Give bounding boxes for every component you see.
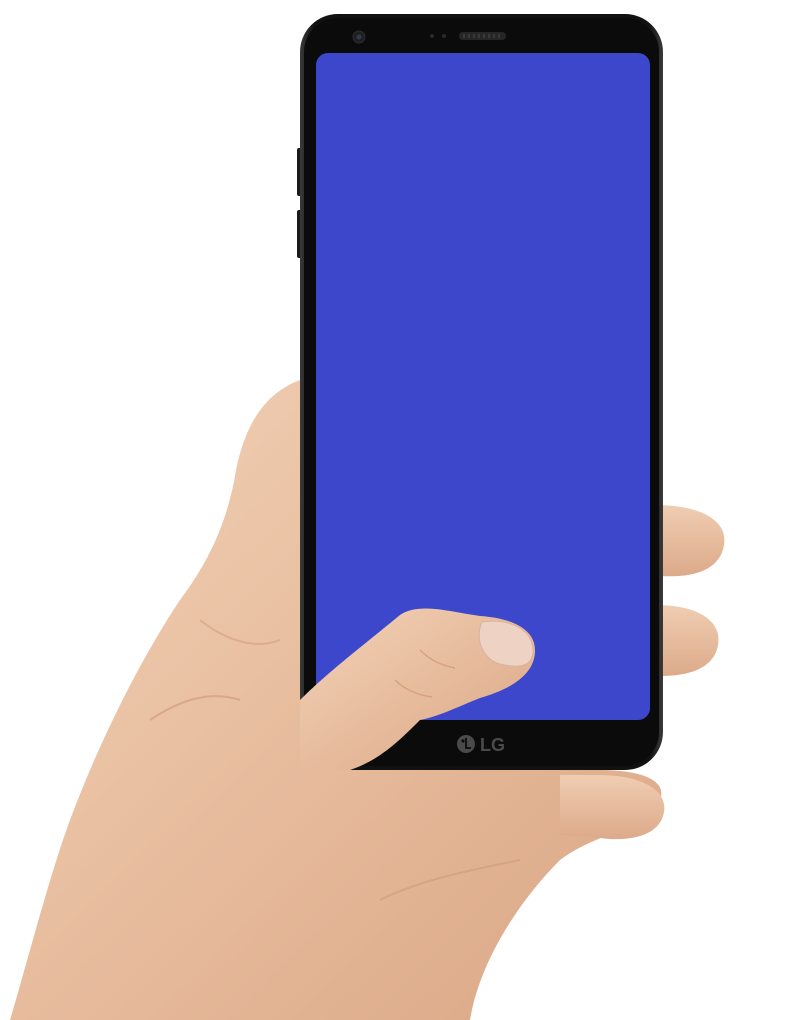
sensor-dot xyxy=(430,34,434,38)
brand-logo-text: LG xyxy=(480,735,505,755)
brand-logo: LG xyxy=(457,735,505,755)
phone-in-hand-photo: LG xyxy=(0,0,800,1020)
sensor-dot xyxy=(442,34,446,38)
